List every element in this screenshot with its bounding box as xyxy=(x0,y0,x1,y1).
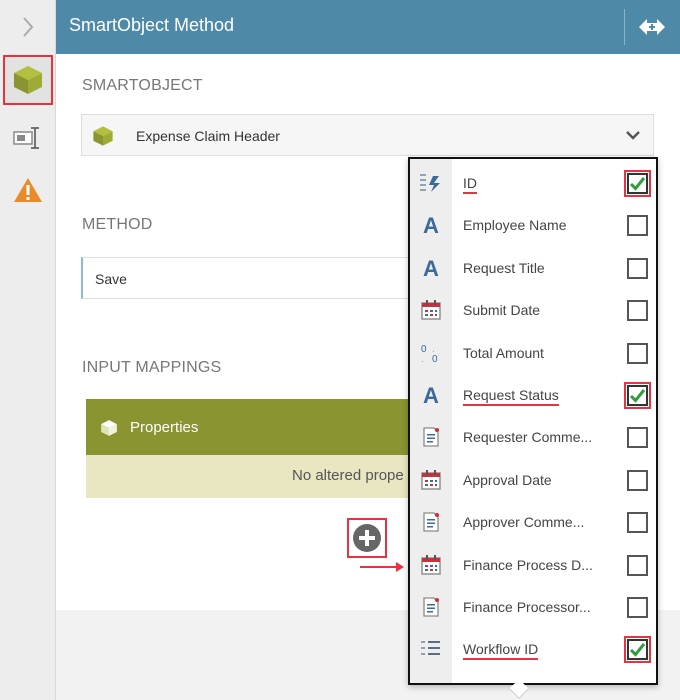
text-cursor-icon xyxy=(13,127,39,149)
property-checkbox[interactable] xyxy=(627,597,648,618)
no-altered-properties-text: No altered prope xyxy=(292,467,404,484)
property-checkbox[interactable] xyxy=(627,215,648,237)
property-checkbox[interactable] xyxy=(624,382,651,409)
calendar-icon xyxy=(418,553,444,577)
property-option[interactable]: Approver Comme... xyxy=(410,501,656,543)
property-option[interactable]: Finance Process D... xyxy=(410,544,656,586)
property-selection-dropdown: ID A Employee Name A Request Title Submit Dat… xyxy=(408,157,658,699)
property-checkbox[interactable] xyxy=(627,342,648,364)
property-checkbox[interactable] xyxy=(627,512,648,534)
properties-title: Properties xyxy=(130,419,199,436)
property-option-label: Requester Comme... xyxy=(463,429,593,446)
method-selected-value: Save xyxy=(95,271,127,287)
warning-icon xyxy=(14,178,42,202)
property-checkbox[interactable] xyxy=(627,554,648,576)
smartobject-cube-icon xyxy=(92,125,114,152)
expand-chevron-icon[interactable] xyxy=(0,4,56,50)
property-option[interactable]: Approval Date xyxy=(410,459,656,501)
svg-text:.: . xyxy=(421,354,424,364)
number-type-icon: 0..0 xyxy=(418,341,444,365)
property-option-label: Approver Comme... xyxy=(463,514,585,531)
warning-rail-button[interactable] xyxy=(0,166,56,214)
chevron-down-icon[interactable] xyxy=(625,127,641,148)
property-checkbox[interactable] xyxy=(624,170,651,197)
expand-arrows-icon xyxy=(639,19,665,35)
memo-icon xyxy=(418,425,444,449)
property-option-label: Submit Date xyxy=(463,302,541,319)
property-option-label: Total Amount xyxy=(463,344,544,361)
property-option-label: Request Status xyxy=(463,387,559,406)
smartobject-selected-value: Expense Claim Header xyxy=(136,128,280,144)
property-option[interactable]: Submit Date xyxy=(410,289,656,331)
annotation-arrow-icon xyxy=(358,560,406,579)
svg-text:A: A xyxy=(423,384,439,406)
property-option[interactable]: Finance Processor... xyxy=(410,586,656,628)
property-option[interactable]: A Request Status xyxy=(410,374,656,416)
property-option[interactable]: Requester Comme... xyxy=(410,416,656,458)
list-icon xyxy=(418,637,444,661)
properties-empty-state: No altered prope xyxy=(86,455,426,498)
property-option-label: Finance Processor... xyxy=(463,599,591,615)
property-checkbox[interactable] xyxy=(627,427,648,449)
property-checkbox[interactable] xyxy=(624,636,651,664)
memo-icon xyxy=(418,510,444,534)
smartobject-rail-button[interactable] xyxy=(0,54,56,106)
property-option[interactable]: 0.. 0 Total Amount xyxy=(410,332,656,374)
property-option[interactable]: A Request Title xyxy=(410,247,656,289)
svg-text:0: 0 xyxy=(432,354,438,364)
header-divider xyxy=(624,9,625,45)
properties-box: Properties No altered prope xyxy=(86,399,426,499)
left-rail xyxy=(0,0,56,700)
property-option-label: Request Title xyxy=(463,259,545,276)
calendar-icon xyxy=(418,468,444,492)
panel-header: SmartObject Method xyxy=(56,0,680,54)
property-option[interactable]: Workflow ID xyxy=(410,628,656,670)
property-checkbox[interactable] xyxy=(627,257,648,279)
autonumber-icon xyxy=(418,171,444,195)
svg-text:A: A xyxy=(423,214,439,236)
method-dropdown[interactable]: Save xyxy=(81,257,421,299)
text-type-icon: A xyxy=(418,256,444,280)
dropdown-pointer xyxy=(509,679,529,699)
property-option-label: Approval Date xyxy=(463,471,552,488)
svg-text:A: A xyxy=(423,257,439,279)
text-type-icon: A xyxy=(418,383,444,407)
text-type-icon: A xyxy=(418,213,444,237)
plus-circle-icon xyxy=(353,524,381,552)
memo-icon xyxy=(418,595,444,619)
calendar-icon xyxy=(418,298,444,322)
property-option[interactable]: A Employee Name xyxy=(410,204,656,246)
smartobject-dropdown[interactable]: Expense Claim Header xyxy=(81,114,654,156)
properties-header[interactable]: Properties xyxy=(86,399,426,455)
properties-cube-icon xyxy=(100,419,118,442)
panel-title: SmartObject Method xyxy=(69,15,235,35)
textbox-rail-button[interactable] xyxy=(0,114,56,162)
method-section-label: METHOD xyxy=(82,216,153,233)
smartobject-cube-icon xyxy=(14,66,42,94)
property-option[interactable]: ID xyxy=(410,162,656,204)
property-option-label: Employee Name xyxy=(463,217,567,234)
collapse-panel-button[interactable] xyxy=(634,14,670,40)
smartobject-section-label: SMARTOBJECT xyxy=(82,77,203,94)
property-checkbox[interactable] xyxy=(627,300,648,322)
input-mappings-label: INPUT MAPPINGS xyxy=(82,359,222,376)
property-checkbox[interactable] xyxy=(627,469,648,491)
property-option-label: Finance Process D... xyxy=(463,556,593,573)
property-option-label: ID xyxy=(463,175,477,194)
add-property-button[interactable] xyxy=(347,518,387,558)
property-option-label: Workflow ID xyxy=(463,641,539,661)
